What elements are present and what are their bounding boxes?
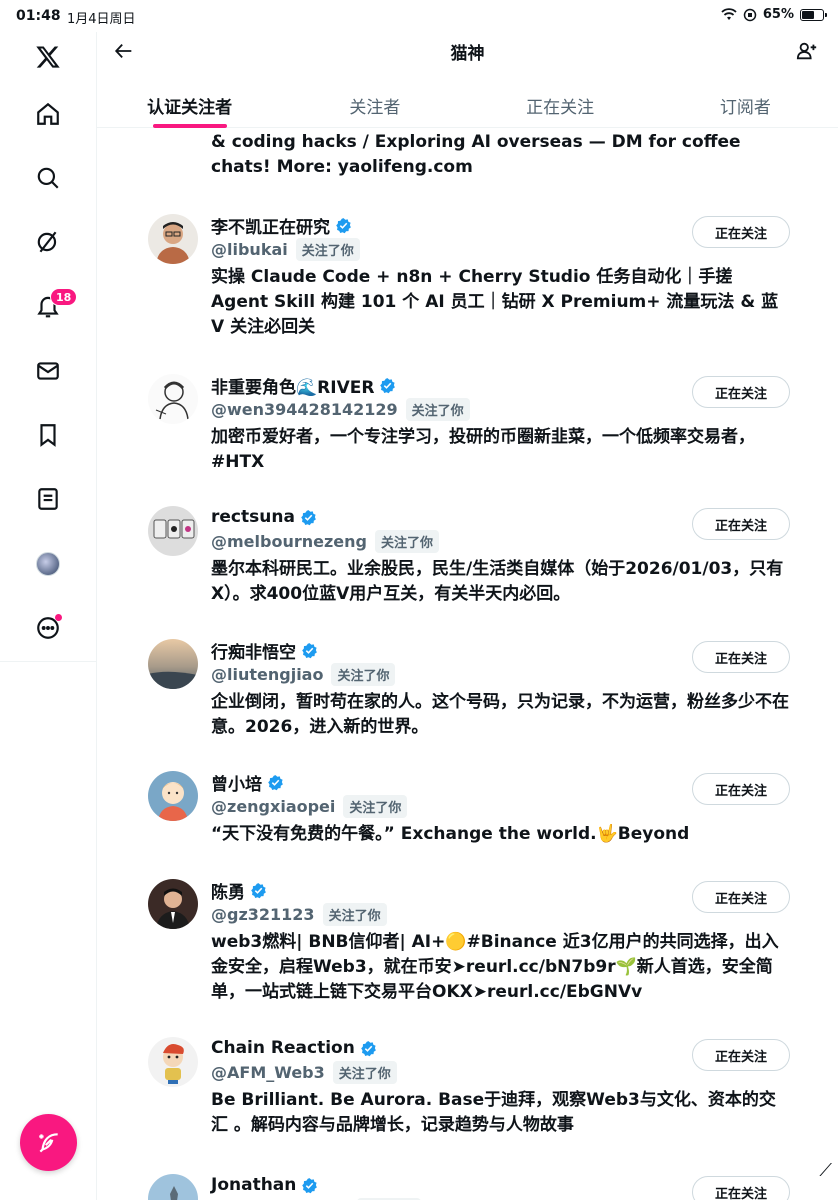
lists-icon[interactable]	[28, 479, 68, 519]
messages-icon[interactable]	[28, 351, 68, 391]
avatar[interactable]	[148, 879, 198, 929]
user-name[interactable]: 非重要角色🌊RIVER	[211, 373, 374, 398]
partial-bio: & coding hacks / Exploring AI overseas —…	[211, 132, 741, 177]
user-bio: 实操 Claude Code + n8n + Cherry Studio 任务自…	[211, 267, 779, 337]
avatar	[36, 552, 60, 576]
follows-you-badge: 关注了你	[374, 529, 439, 553]
verified-badge-icon	[335, 217, 352, 234]
user-handle[interactable]: @wen394428142129	[211, 400, 398, 419]
follows-you-badge: 关注了你	[405, 397, 470, 421]
user-name[interactable]: 曾小培	[211, 770, 262, 795]
user-bio: web3燃料| BNB信仰者| AI+🟡#Binance 近3亿用户的共同选择，…	[211, 932, 779, 1002]
user-name[interactable]: Chain Reaction	[211, 1038, 355, 1058]
user-name[interactable]: 陈勇	[211, 878, 245, 903]
user-name[interactable]: Jonathan	[211, 1175, 296, 1195]
avatar[interactable]	[148, 1174, 198, 1200]
following-button[interactable]: 正在关注	[692, 216, 790, 248]
following-button[interactable]: 正在关注	[692, 641, 790, 673]
compose-button[interactable]	[20, 1114, 77, 1171]
page-header: 猫神 认证关注者 关注者 正在关注 订阅者	[97, 32, 838, 128]
user-name[interactable]: 李不凯正在研究	[211, 213, 330, 238]
verified-badge-icon	[301, 1177, 318, 1194]
more-icon[interactable]	[28, 608, 68, 648]
avatar[interactable]	[148, 214, 198, 264]
verified-badge-icon	[267, 774, 284, 791]
following-button[interactable]: 正在关注	[692, 1176, 790, 1200]
battery-percent: 65%	[762, 7, 794, 22]
avatar[interactable]	[148, 639, 198, 689]
following-button[interactable]: 正在关注	[692, 376, 790, 408]
tab-verified-followers[interactable]: 认证关注者	[97, 84, 282, 128]
more-dot	[55, 614, 62, 621]
notifications-badge: 18	[50, 288, 78, 306]
user-handle[interactable]: @libukai	[211, 240, 288, 259]
user-name[interactable]: rectsuna	[211, 507, 295, 527]
x-logo-icon[interactable]	[28, 37, 68, 77]
user-bio: Be Brilliant. Be Aurora. Base于迪拜，观察Web3与…	[211, 1090, 776, 1135]
user-bio: “天下没有免费的午餐。” Exchange the world.🤟Beyond	[211, 824, 690, 844]
add-user-button[interactable]	[792, 36, 822, 66]
page-title: 猫神	[450, 44, 485, 64]
follows-you-badge: 关注了你	[295, 237, 360, 261]
following-button[interactable]: 正在关注	[692, 881, 790, 913]
user-handle[interactable]: @melbournezeng	[211, 532, 367, 551]
user-bio: 墨尔本科研民工。业余股民，民生/生活类自媒体（始于2026/01/03，只有X）…	[211, 559, 784, 604]
bookmarks-icon[interactable]	[28, 415, 68, 455]
verified-badge-icon	[250, 882, 267, 899]
status-date: 1月4日周日	[67, 12, 136, 27]
add-user-icon	[796, 42, 817, 60]
loading-spinner-icon: ⟋	[819, 1160, 832, 1181]
feather-icon	[38, 1132, 58, 1152]
avatar[interactable]	[148, 506, 198, 556]
tab-subscribers[interactable]: 订阅者	[653, 84, 838, 128]
wifi-icon	[721, 8, 737, 20]
verified-badge-icon	[300, 509, 317, 526]
follows-you-badge: 关注了你	[322, 902, 387, 926]
avatar[interactable]	[148, 771, 198, 821]
tab-bar: 认证关注者 关注者 正在关注 订阅者	[97, 84, 838, 128]
follows-you-badge: 关注了你	[331, 662, 396, 686]
status-time: 01:48	[16, 8, 61, 24]
tab-followers[interactable]: 关注者	[282, 84, 467, 128]
user-bio: 企业倒闭，暂时苟在家的人。这个号码，只为记录，不为运营，粉丝多少不在意。2026…	[211, 692, 789, 737]
verified-badge-icon	[379, 377, 396, 394]
user-handle[interactable]: @liutengjiao	[211, 665, 323, 684]
user-handle[interactable]: @AFM_Web3	[211, 1063, 325, 1082]
status-bar: 01:48 1月4日周日 65%	[0, 0, 838, 32]
verified-badge-icon	[301, 642, 318, 659]
battery-icon	[800, 8, 827, 21]
user-handle[interactable]: @gz321123	[211, 905, 315, 924]
following-button[interactable]: 正在关注	[692, 773, 790, 805]
avatar[interactable]	[148, 374, 198, 424]
following-button[interactable]: 正在关注	[692, 508, 790, 540]
search-icon[interactable]	[28, 158, 68, 198]
status-right: 65%	[721, 7, 827, 22]
avatar[interactable]	[148, 1037, 198, 1087]
tab-following[interactable]: 正在关注	[468, 84, 653, 128]
profile-avatar[interactable]	[28, 544, 68, 584]
user-name[interactable]: 行痴非悟空	[211, 638, 296, 663]
notifications-icon[interactable]: 18	[28, 286, 78, 326]
orientation-lock-icon	[743, 8, 757, 21]
verified-badge-icon	[360, 1040, 377, 1057]
follows-you-badge: 关注了你	[343, 794, 408, 818]
user-bio: 加密币爱好者，一个专注学习，投研的币圈新韭菜，一个低频率交易者，#HTX	[211, 427, 755, 472]
follows-you-badge: 关注了你	[332, 1060, 397, 1084]
user-handle[interactable]: @zengxiaopei	[211, 797, 335, 816]
grok-icon[interactable]	[28, 222, 68, 262]
following-button[interactable]: 正在关注	[692, 1039, 790, 1071]
follower-list: & coding hacks / Exploring AI overseas —…	[97, 128, 838, 1200]
left-nav: 18	[0, 32, 97, 662]
home-icon[interactable]	[28, 94, 68, 134]
